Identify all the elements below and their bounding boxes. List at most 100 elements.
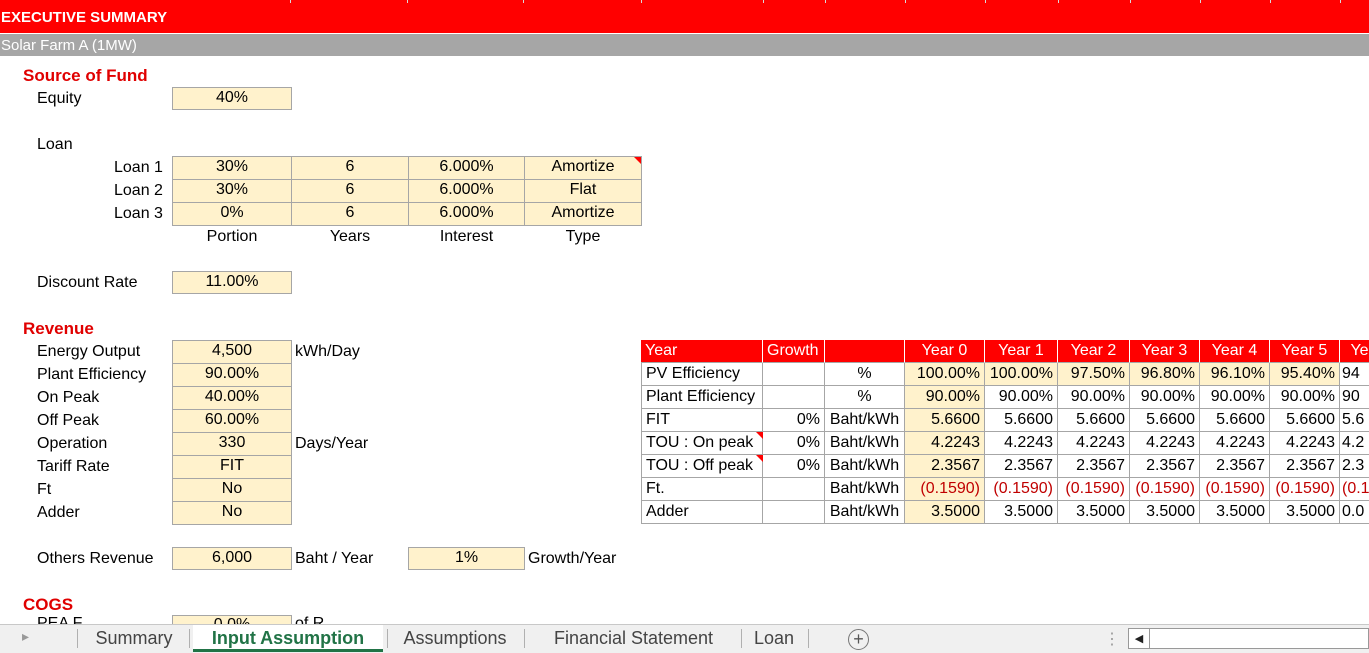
value-cell: 5.6 bbox=[1340, 409, 1369, 432]
value-cell[interactable]: (0.1590) bbox=[905, 478, 985, 501]
value-cell[interactable]: 2.3567 bbox=[905, 455, 985, 478]
others-growth-input[interactable]: 1% bbox=[408, 547, 525, 570]
loan-1-years[interactable]: 6 bbox=[291, 156, 409, 180]
year-column-header bbox=[825, 340, 905, 363]
operation-input[interactable]: 330 bbox=[172, 432, 292, 456]
growth-cell[interactable]: 0% bbox=[763, 455, 825, 478]
value-cell[interactable]: 90.00% bbox=[905, 386, 985, 409]
value-cell[interactable]: 100.00% bbox=[905, 363, 985, 386]
value-cell: 3.5000 bbox=[1058, 501, 1130, 524]
type-column-header: Type bbox=[565, 228, 601, 245]
loan-3-years[interactable]: 6 bbox=[291, 202, 409, 226]
source-of-fund-heading: Source of Fund bbox=[23, 66, 148, 85]
year-column-header: Year 5 bbox=[1270, 340, 1340, 363]
value-cell: (0.1590) bbox=[1200, 478, 1270, 501]
scroll-left-icon[interactable]: ◀ bbox=[1128, 628, 1150, 649]
year-column-header: Year 3 bbox=[1130, 340, 1200, 363]
off-peak-label: Off Peak bbox=[37, 412, 99, 429]
discount-rate-input[interactable]: 11.00% bbox=[172, 271, 292, 294]
tab-summary[interactable]: Summary bbox=[84, 625, 184, 652]
tab-input-assumption[interactable]: Input Assumption bbox=[193, 625, 383, 652]
energy-output-label: Energy Output bbox=[37, 343, 141, 360]
energy-output-unit: kWh/Day bbox=[295, 343, 360, 360]
unit-cell: Baht/kWh bbox=[825, 478, 905, 501]
plant-efficiency-label: Plant Efficiency bbox=[37, 366, 147, 383]
tab-separator bbox=[524, 629, 525, 648]
loan-3-type[interactable]: Amortize bbox=[524, 202, 642, 226]
tariff-rate-select[interactable]: FIT bbox=[172, 455, 292, 479]
year-column-header: Year 2 bbox=[1058, 340, 1130, 363]
loan-1-portion[interactable]: 30% bbox=[172, 156, 292, 180]
tabbar-splitter-icon[interactable]: ⋮ bbox=[1104, 629, 1120, 649]
value-cell: 2.3567 bbox=[1270, 455, 1340, 478]
sheet-nav-icon[interactable]: ▸ bbox=[22, 628, 29, 645]
column-gridline bbox=[1130, 0, 1131, 3]
unit-cell: Baht/kWh bbox=[825, 455, 905, 478]
value-cell: (0.1590) bbox=[1130, 478, 1200, 501]
value-cell[interactable]: 5.6600 bbox=[905, 409, 985, 432]
loan-label: Loan bbox=[37, 136, 73, 153]
value-cell[interactable]: 3.5000 bbox=[905, 501, 985, 524]
tab-financial-statement[interactable]: Financial Statement bbox=[530, 625, 737, 652]
growth-cell[interactable]: 0% bbox=[763, 409, 825, 432]
value-cell[interactable]: 95.40% bbox=[1270, 363, 1340, 386]
column-gridline bbox=[825, 0, 826, 3]
value-cell: 90.00% bbox=[1130, 386, 1200, 409]
value-cell[interactable]: 96.10% bbox=[1200, 363, 1270, 386]
loan-3-portion[interactable]: 0% bbox=[172, 202, 292, 226]
loan-3-interest[interactable]: 6.000% bbox=[408, 202, 525, 226]
loan-1-interest[interactable]: 6.000% bbox=[408, 156, 525, 180]
row-label: PV Efficiency bbox=[641, 363, 763, 386]
row-label: TOU : On peak bbox=[641, 432, 763, 455]
comment-indicator-icon[interactable] bbox=[756, 432, 763, 439]
loan-1-type[interactable]: Amortize bbox=[524, 156, 642, 180]
row-label: FIT bbox=[641, 409, 763, 432]
plant-efficiency-input[interactable]: 90.00% bbox=[172, 363, 292, 387]
tab-assumptions[interactable]: Assumptions bbox=[391, 625, 519, 652]
row-label: Ft. bbox=[641, 478, 763, 501]
others-revenue-input[interactable]: 6,000 bbox=[172, 547, 292, 570]
off-peak-input[interactable]: 60.00% bbox=[172, 409, 292, 433]
project-name: Solar Farm A (1MW) bbox=[1, 37, 137, 54]
others-growth-unit: Growth/Year bbox=[528, 550, 617, 567]
value-cell: 5.6600 bbox=[1130, 409, 1200, 432]
add-sheet-icon[interactable]: + bbox=[848, 629, 869, 650]
value-cell: 3.5000 bbox=[1130, 501, 1200, 524]
loan-1-label: Loan 1 bbox=[114, 159, 163, 176]
unit-cell: Baht/kWh bbox=[825, 501, 905, 524]
comment-indicator-icon[interactable] bbox=[756, 455, 763, 462]
value-cell[interactable]: 97.50% bbox=[1058, 363, 1130, 386]
growth-cell[interactable]: 0% bbox=[763, 432, 825, 455]
comment-indicator-icon[interactable] bbox=[634, 157, 641, 164]
revenue-heading: Revenue bbox=[23, 319, 94, 338]
tab-loan[interactable]: Loan bbox=[744, 625, 804, 652]
discount-rate-label: Discount Rate bbox=[37, 274, 138, 291]
value-cell[interactable]: 4.2243 bbox=[905, 432, 985, 455]
loan-2-portion[interactable]: 30% bbox=[172, 179, 292, 203]
operation-unit: Days/Year bbox=[295, 435, 369, 452]
value-cell[interactable]: 100.00% bbox=[985, 363, 1058, 386]
loan-2-interest[interactable]: 6.000% bbox=[408, 179, 525, 203]
value-cell: 4.2243 bbox=[1130, 432, 1200, 455]
equity-label: Equity bbox=[37, 90, 82, 107]
growth-cell bbox=[763, 363, 825, 386]
value-cell: (0.1590) bbox=[1058, 478, 1130, 501]
loan-2-type[interactable]: Flat bbox=[524, 179, 642, 203]
adder-select[interactable]: No bbox=[172, 501, 292, 525]
on-peak-input[interactable]: 40.00% bbox=[172, 386, 292, 410]
horizontal-scrollbar[interactable] bbox=[1150, 628, 1369, 649]
value-cell: 2.3567 bbox=[1200, 455, 1270, 478]
page-title: EXECUTIVE SUMMARY bbox=[1, 9, 168, 26]
portion-column-header: Portion bbox=[206, 228, 258, 245]
cogs-row-unit: of R bbox=[295, 616, 324, 624]
ft-select[interactable]: No bbox=[172, 478, 292, 502]
growth-cell bbox=[763, 386, 825, 409]
loan-2-label: Loan 2 bbox=[114, 182, 163, 199]
energy-output-input[interactable]: 4,500 bbox=[172, 340, 292, 364]
cogs-row-input[interactable]: 0.0% bbox=[172, 615, 292, 624]
value-cell: 5.6600 bbox=[1058, 409, 1130, 432]
equity-input[interactable]: 40% bbox=[172, 87, 292, 110]
loan-2-years[interactable]: 6 bbox=[291, 179, 409, 203]
value-cell[interactable]: 96.80% bbox=[1130, 363, 1200, 386]
value-cell: (0.1590) bbox=[985, 478, 1058, 501]
